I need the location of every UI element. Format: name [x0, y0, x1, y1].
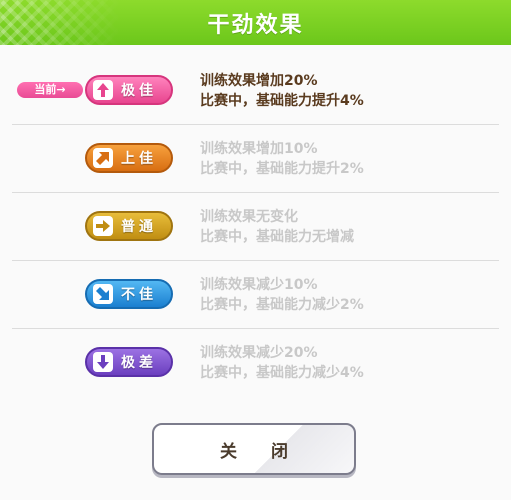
race-effect-text: 比赛中，基础能力减少2%: [200, 297, 364, 313]
mood-effect-dialog: 干劲效果 当前→ 极佳 训练效果增加20% 比赛中，基础能力提升4% 上佳 训练…: [0, 0, 511, 500]
training-effect-text: 训练效果增加20%: [200, 73, 318, 89]
mood-badge-label: 普通: [121, 219, 157, 235]
race-effect-text: 比赛中，基础能力减少4%: [200, 365, 364, 381]
mood-row-excellent: 当前→ 极佳 训练效果增加20% 比赛中，基础能力提升4%: [0, 57, 511, 125]
mood-badge-label: 上佳: [121, 151, 157, 167]
mood-description: 训练效果无变化 比赛中，基础能力无增减: [200, 207, 354, 247]
mood-description: 训练效果减少10% 比赛中，基础能力减少2%: [200, 275, 364, 315]
training-effect-text: 训练效果无变化: [200, 209, 298, 225]
right-arrow-icon: [93, 216, 113, 236]
training-effect-text: 训练效果增加10%: [200, 141, 318, 157]
down-arrow-icon: [93, 352, 113, 372]
close-button[interactable]: 关 闭: [152, 423, 356, 475]
dialog-title: 干劲效果: [207, 13, 304, 38]
dialog-header: 干劲效果: [0, 0, 511, 45]
mood-description: 训练效果增加20% 比赛中，基础能力提升4%: [200, 71, 364, 111]
up-arrow-icon: [93, 80, 113, 100]
mood-row-terrible: 极差 训练效果减少20% 比赛中，基础能力减少4%: [0, 329, 511, 397]
mood-badge-excellent: 极佳: [85, 75, 173, 105]
current-mood-tag: 当前→: [17, 82, 83, 98]
mood-badge-label: 不佳: [121, 287, 157, 303]
race-effect-text: 比赛中，基础能力提升4%: [200, 93, 364, 109]
race-effect-text: 比赛中，基础能力无增减: [200, 229, 354, 245]
up-right-arrow-icon: [93, 148, 113, 168]
mood-description: 训练效果增加10% 比赛中，基础能力提升2%: [200, 139, 364, 179]
race-effect-text: 比赛中，基础能力提升2%: [200, 161, 364, 177]
mood-row-bad: 不佳 训练效果减少10% 比赛中，基础能力减少2%: [0, 261, 511, 329]
mood-badge-bad: 不佳: [85, 279, 173, 309]
training-effect-text: 训练效果减少10%: [200, 277, 318, 293]
mood-row-good: 上佳 训练效果增加10% 比赛中，基础能力提升2%: [0, 125, 511, 193]
mood-badge-label: 极佳: [121, 83, 157, 99]
mood-badge-terrible: 极差: [85, 347, 173, 377]
training-effect-text: 训练效果减少20%: [200, 345, 318, 361]
down-right-arrow-icon: [93, 284, 113, 304]
mood-description: 训练效果减少20% 比赛中，基础能力减少4%: [200, 343, 364, 383]
mood-badge-normal: 普通: [85, 211, 173, 241]
mood-row-normal: 普通 训练效果无变化 比赛中，基础能力无增减: [0, 193, 511, 261]
mood-badge-label: 极差: [121, 355, 157, 371]
mood-badge-good: 上佳: [85, 143, 173, 173]
